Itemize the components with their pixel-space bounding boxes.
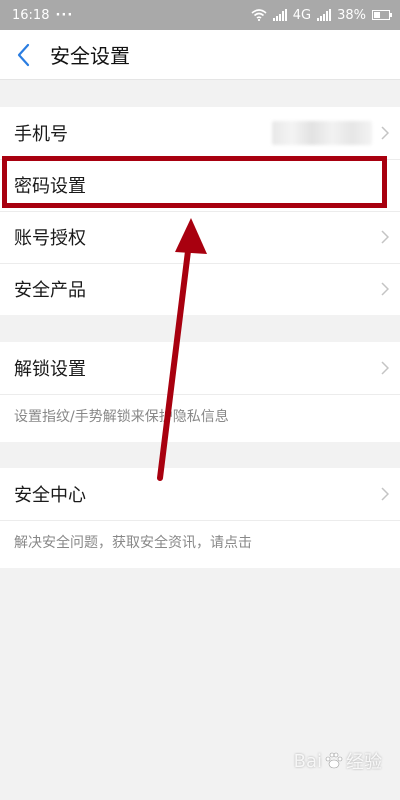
divider: [0, 394, 400, 395]
chevron-right-icon: [381, 361, 389, 375]
battery-percent: 38%: [337, 7, 366, 23]
chevron-right-icon: [381, 282, 389, 296]
signal-icon: [272, 9, 287, 21]
status-right: 4G 38%: [251, 8, 392, 23]
wifi-icon: [251, 9, 267, 21]
watermark: Bai 经验: [294, 748, 382, 774]
chevron-right-icon: [381, 230, 389, 244]
paw-icon: [325, 752, 343, 769]
watermark-brand: Bai: [293, 750, 322, 772]
products-label: 安全产品: [14, 280, 86, 301]
unlock-section: 解锁设置 设置指纹/手势解锁来保护隐私信息: [0, 342, 400, 442]
security-center-label: 安全中心: [14, 485, 86, 506]
security-center-hint: 解决安全问题，获取安全资讯，请点击: [14, 535, 252, 551]
divider: [0, 520, 400, 521]
account-security-section: 手机号 密码设置 账号授权 安全产品: [0, 107, 400, 315]
settings-row-products[interactable]: 安全产品: [0, 263, 400, 315]
security-center-section: 安全中心 解决安全问题，获取安全资讯，请点击: [0, 468, 400, 568]
phone-label: 手机号: [14, 124, 68, 145]
unlock-label: 解锁设置: [14, 359, 86, 380]
unlock-hint: 设置指纹/手势解锁来保护隐私信息: [14, 409, 229, 425]
authorization-label: 账号授权: [14, 228, 86, 249]
header-bar: 安全设置: [0, 30, 400, 80]
highlight-box: [2, 156, 387, 208]
back-arrow-icon[interactable]: [16, 43, 30, 67]
settings-row-authorization[interactable]: 账号授权: [0, 211, 400, 263]
signal-icon-2: [317, 9, 332, 21]
status-bar: 16:18 ··· 4G 38%: [0, 0, 400, 30]
battery-icon: [372, 10, 392, 20]
status-dots: ···: [55, 7, 74, 23]
settings-row-unlock[interactable]: 解锁设置: [0, 342, 400, 394]
page-title: 安全设置: [50, 44, 130, 68]
phone-number-redacted: [272, 121, 372, 145]
settings-row-phone[interactable]: 手机号: [0, 107, 400, 159]
watermark-suffix: 经验: [346, 752, 382, 773]
chevron-right-icon: [381, 126, 389, 140]
chevron-right-icon: [381, 487, 389, 501]
settings-row-security-center[interactable]: 安全中心: [0, 468, 400, 520]
status-left: 16:18 ···: [12, 8, 73, 23]
network-type: 4G: [292, 7, 312, 23]
status-time: 16:18: [12, 7, 50, 23]
